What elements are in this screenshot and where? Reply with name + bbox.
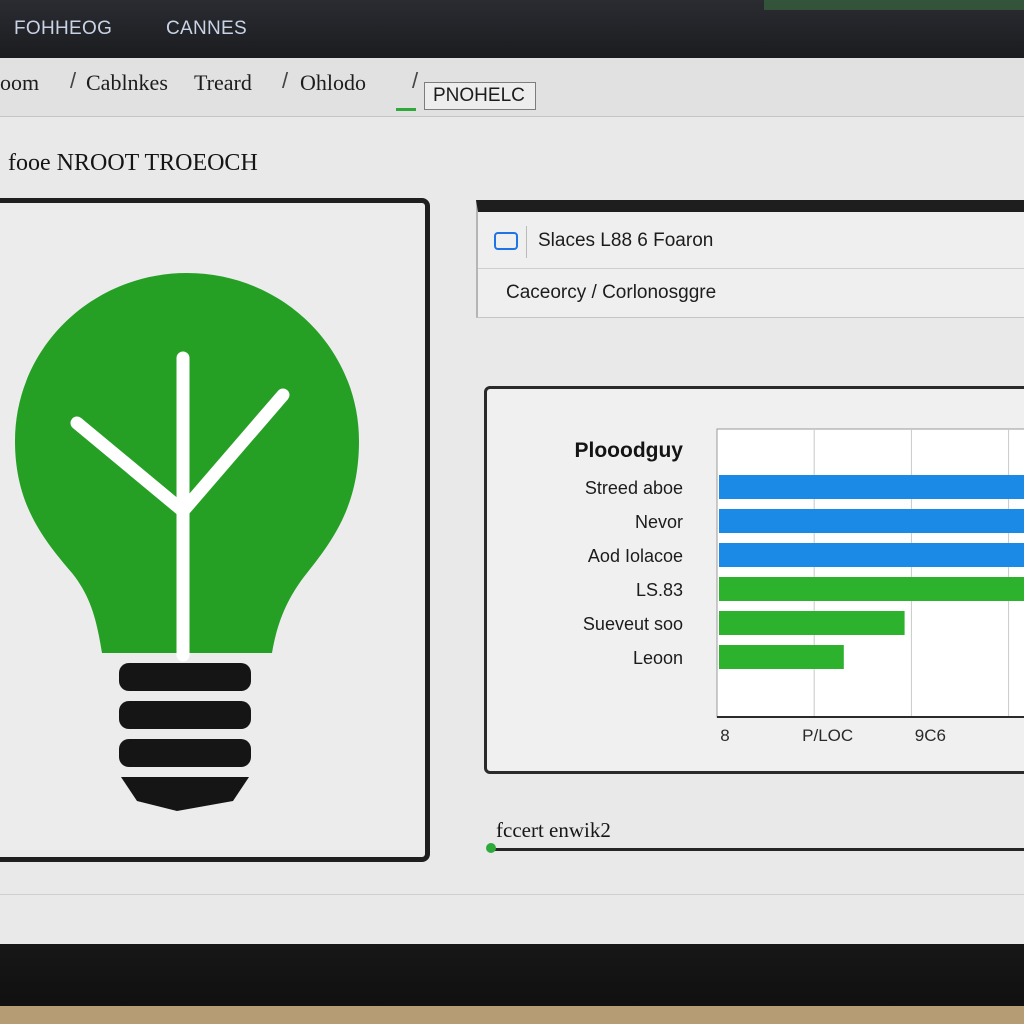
x-tick-label: P/LOC [802, 726, 853, 745]
search-row[interactable]: Slaces L88 6 Foaron [478, 212, 1024, 269]
logo-panel [0, 198, 430, 862]
menu-item-4[interactable]: Ohlodo [300, 70, 366, 96]
footer-label: fccert enwik2 [496, 818, 611, 842]
menu-item-3[interactable]: Treard [194, 70, 252, 96]
bulb-base-ring [119, 701, 251, 729]
bar [719, 645, 844, 669]
bar [719, 577, 1024, 601]
app-screen: oom / Cablnkes Treard / Ohlodo / PNOHELC… [0, 58, 1024, 944]
progress-track [490, 848, 1024, 851]
bar [719, 475, 1024, 499]
monitor-bezel-top: FOHHEOG CANNES [0, 0, 1024, 58]
x-tick-label: 8 [720, 726, 729, 745]
plot-area [716, 428, 1024, 718]
menu-item-5[interactable]: PNOHELC [424, 82, 536, 110]
menu-bar: oom / Cablnkes Treard / Ohlodo / PNOHELC [0, 58, 1024, 117]
bar [719, 509, 1024, 533]
chart-card: Plooodguy Streed aboe Nevor Aod Iolacoe LS.… [484, 386, 1024, 774]
menu-separator: / [412, 68, 419, 93]
menu-item-2[interactable]: Cablnkes [86, 70, 168, 96]
search-input[interactable]: Slaces L88 6 Foaron [538, 230, 713, 252]
divider [526, 226, 527, 258]
progress-handle[interactable] [486, 843, 496, 853]
bar [719, 611, 905, 635]
desk-surface [0, 1006, 1024, 1024]
category-label: Streed aboe [585, 478, 683, 498]
category-label: Nevor [635, 512, 683, 532]
background-glow [764, 0, 1024, 10]
bulb-base-tip [121, 777, 249, 811]
x-tick-label: 9C6 [915, 726, 946, 745]
category-breadcrumb[interactable]: Caceorcy / Corlonosggre [506, 282, 716, 304]
menu-item-1[interactable]: oom [0, 70, 39, 96]
lightbulb-icon [15, 273, 359, 811]
bar [719, 543, 1024, 567]
category-label: Sueveut soo [583, 614, 683, 634]
bulb-base-ring [119, 739, 251, 767]
window-icon[interactable] [494, 232, 518, 250]
search-card: Slaces L88 6 Foaron Caceorcy / Corlonosg… [476, 200, 1024, 318]
menu-separator: / [70, 68, 77, 93]
bulb-base-ring [119, 663, 251, 691]
category-label: Leoon [633, 648, 683, 668]
top-tab-1[interactable]: FOHHEOG [14, 18, 112, 40]
top-tab-2[interactable]: CANNES [166, 18, 247, 40]
bar-chart: Streed aboe Nevor Aod Iolacoe LS.83 Sueveut … [583, 428, 1024, 745]
category-label: Aod Iolacoe [588, 546, 683, 566]
page-title: fooe NROOT TROEOCH [8, 150, 258, 176]
category-label: LS.83 [636, 580, 683, 600]
divider [0, 894, 1024, 895]
menu-separator: / [282, 68, 289, 93]
active-tab-indicator [396, 108, 416, 111]
